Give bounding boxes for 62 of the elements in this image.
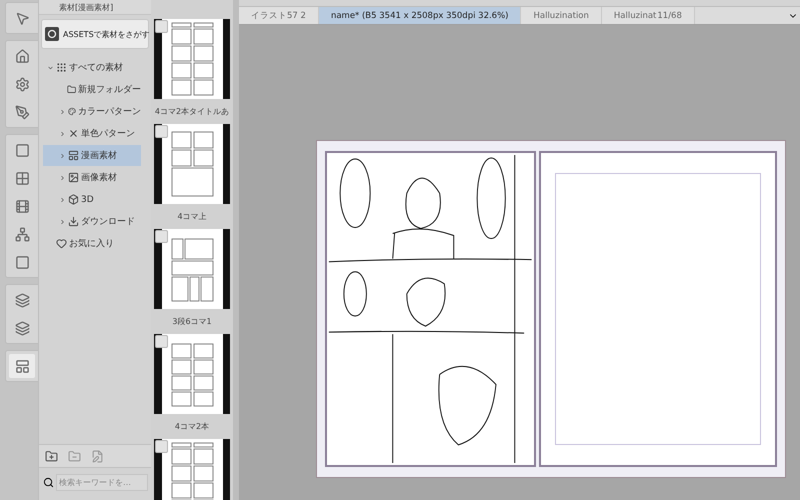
assets-button[interactable]: ASSETSで素材をさがす	[41, 19, 149, 49]
document-tab[interactable]: イラスト57 2	[239, 7, 319, 24]
material-thumbnail[interactable]	[154, 19, 230, 99]
tree-item[interactable]: カラーパターン	[43, 101, 141, 122]
checkbox[interactable]	[155, 335, 168, 348]
chevron-icon[interactable]	[59, 196, 66, 204]
panel-icon	[14, 358, 30, 374]
checkbox[interactable]	[155, 20, 168, 33]
material-thumbnail[interactable]	[154, 334, 230, 414]
tree-item[interactable]: 画像素材	[43, 167, 141, 188]
edit-icon[interactable]	[91, 450, 104, 462]
palette-icon	[68, 106, 76, 117]
cursor-icon	[14, 10, 30, 26]
checkbox[interactable]	[155, 230, 168, 243]
grid-icon	[14, 170, 30, 186]
gear-icon	[14, 76, 30, 92]
chevron-icon[interactable]	[59, 130, 66, 138]
thumbnail-label: 3段6コマ1	[171, 316, 213, 328]
chevron-icon[interactable]	[59, 152, 66, 160]
chevron-icon[interactable]	[59, 174, 66, 182]
tree-item[interactable]: 漫画素材	[43, 145, 141, 166]
film-icon	[14, 198, 30, 214]
checkbox[interactable]	[155, 125, 168, 138]
panel-tab[interactable]: 素材[漫画素材]	[39, 0, 151, 15]
material-thumbnail[interactable]	[154, 229, 230, 309]
checkbox[interactable]	[155, 440, 168, 453]
folder-minus-icon[interactable]	[68, 450, 81, 462]
folder-icon	[66, 84, 76, 95]
thumbnail-label: 4コマ上	[176, 211, 208, 223]
pen-icon	[14, 104, 30, 120]
material-thumbnail[interactable]	[154, 124, 230, 204]
document-tab[interactable]: Halluzination	[521, 7, 602, 24]
tree-item[interactable]: ダウンロード	[43, 211, 141, 232]
material-thumbnail[interactable]	[154, 439, 230, 500]
layout-icon	[68, 150, 79, 161]
tree-item[interactable]: お気に入り	[43, 233, 141, 254]
thumbnail-label: 4コマ2本	[174, 421, 210, 433]
cross-icon	[68, 128, 79, 139]
square-icon	[14, 254, 30, 270]
tree-item[interactable]: すべての素材	[43, 57, 141, 78]
tree-item[interactable]: 3D	[43, 189, 141, 210]
document-tab[interactable]: name* (B5 3541 x 2508px 350dpi 32.6%)	[318, 7, 522, 24]
download-icon	[68, 216, 79, 227]
logo-icon	[45, 27, 59, 41]
document-tab[interactable]: Halluzinat11/68	[602, 7, 695, 24]
house-icon	[14, 48, 30, 64]
tree-item[interactable]: 単色パターン	[43, 123, 141, 144]
square-icon	[14, 142, 30, 158]
folder-plus-icon[interactable]	[45, 450, 58, 462]
nodes-icon	[14, 226, 30, 242]
cube-icon	[68, 194, 79, 205]
search-field[interactable]: 検索キーワードを…	[56, 474, 148, 491]
dot-grid-icon	[56, 62, 67, 73]
image-icon	[68, 172, 79, 183]
thumbnail-label: 4コマ2本タイトルあ	[154, 106, 230, 118]
search-icon	[43, 477, 54, 488]
layers-icon	[14, 292, 30, 308]
heart-icon	[56, 238, 67, 249]
chevron-icon[interactable]	[59, 108, 66, 116]
layers-icon	[14, 320, 30, 336]
chevron-icon[interactable]	[59, 218, 66, 226]
tree-item[interactable]: 新規フォルダー	[43, 79, 141, 100]
